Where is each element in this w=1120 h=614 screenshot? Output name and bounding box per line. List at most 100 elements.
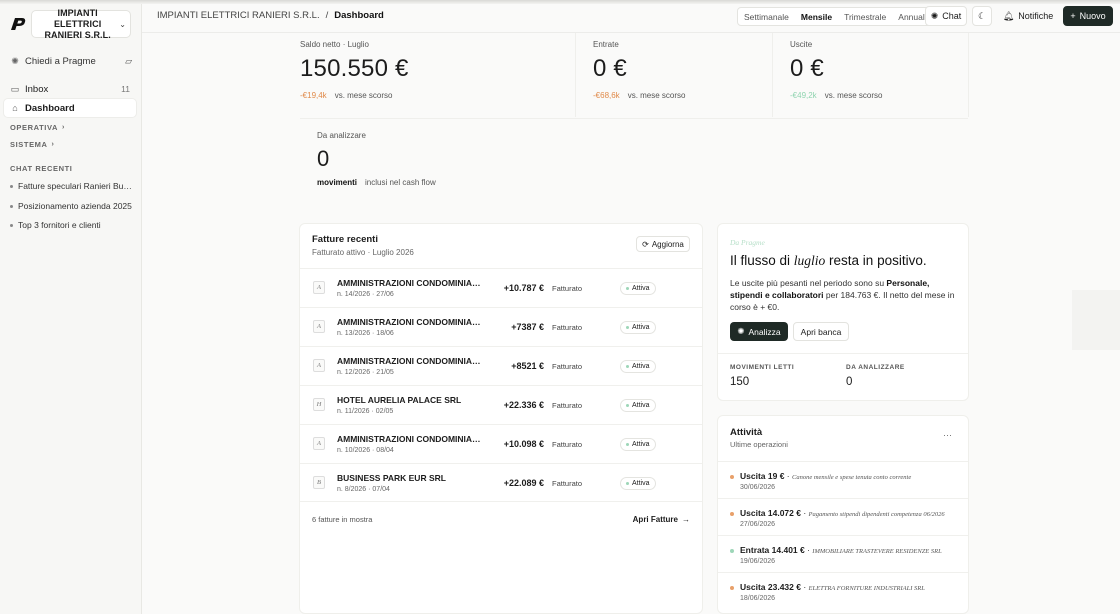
status-badge: Attiva [620, 360, 656, 373]
chat-bubble-icon[interactable]: ▱ [125, 56, 132, 67]
table-row[interactable]: A AMMINISTRAZIONI CONDOMINIALI SRL n. 12… [300, 346, 702, 385]
breadcrumb-current: Dashboard [334, 10, 384, 21]
kpi-label: Entrate [593, 40, 619, 49]
kpi-da-analizzare: Da analizzare 0 movimenti inclusi nel cas… [317, 131, 436, 187]
invoice-status: Fatturato [552, 401, 583, 410]
breadcrumb: IMPIANTI ELETTRICI RANIERI S.R.L. / Dash… [157, 10, 384, 21]
kpi-label: Da analizzare [317, 131, 366, 140]
sidebar-item-inbox[interactable]: ▭ Inbox 11 [4, 80, 136, 98]
inbox-icon: ▭ [10, 83, 20, 94]
moon-icon: ☾ [977, 10, 987, 21]
chat-item[interactable]: Top 3 fornitori e clienti [10, 220, 134, 230]
list-item[interactable]: Uscita 14.072 € · Pagamento stipendi dip… [718, 498, 968, 535]
delta-text: vs. mese scorso [627, 91, 686, 100]
kpi-delta: -€49,2k vs. mese scorso [790, 91, 882, 100]
breadcrumb-separator: / [325, 10, 329, 21]
sparkle-icon: ✺ [737, 326, 745, 336]
refresh-label: Aggiorna [651, 239, 684, 249]
invoice-meta: n. 13/2026 · 18/06 [337, 330, 394, 337]
activity-kind: Uscita 14.072 € [740, 508, 801, 518]
open-invoices-link[interactable]: Apri Fatture → [633, 515, 690, 524]
status-badge: Attiva [620, 477, 656, 490]
open-bank-button[interactable]: Apri banca [793, 322, 849, 341]
sidebar-item-dashboard[interactable]: ⌂ Dashboard [4, 99, 136, 117]
chevron-right-icon: › [51, 141, 55, 148]
activity-date: 30/06/2026 [740, 484, 776, 491]
open-invoices-label: Apri Fatture [632, 515, 678, 524]
kpi-label: Uscite [790, 40, 813, 49]
table-row[interactable]: B BUSINESS PARK EUR SRL n. 8/2026 · 07/0… [300, 463, 702, 502]
kpi-label: Saldo netto · Luglio [300, 40, 369, 49]
sparkle-icon: ✺ [930, 10, 939, 21]
invoice-amount: +22.089 € [503, 478, 544, 488]
avatar: A [313, 320, 325, 333]
avatar: A [313, 437, 325, 450]
kpi-uscite: Uscite 0 € -€49,2k vs. mese scorso [790, 40, 882, 100]
chat-button-label: Chat [942, 11, 962, 21]
activity-kind: Entrata 14.401 € [740, 545, 805, 555]
invoice-name: AMMINISTRAZIONI CONDOMINIALI SRL [337, 356, 483, 366]
table-row[interactable]: A AMMINISTRAZIONI CONDOMINIALI SRL n. 14… [300, 268, 702, 307]
list-item[interactable]: Uscita 23.432 € · ELETTRA FORNITURE INDU… [718, 572, 968, 609]
delta-value: -€49,2k [790, 91, 817, 100]
table-row[interactable]: A AMMINISTRAZIONI CONDOMINIALI SRL n. 13… [300, 307, 702, 346]
ask-pragme[interactable]: ✺ Chiedi a Pragme ▱ [10, 56, 132, 67]
period-weekly[interactable]: Settimanale [738, 12, 795, 22]
refresh-button[interactable]: ⟳ Aggiorna [636, 236, 690, 252]
invoice-amount: +10.787 € [503, 283, 544, 293]
notifications-button[interactable]: 🔔︎ Notifiche [997, 6, 1059, 26]
invoice-status: Fatturato [552, 440, 583, 449]
sidebar-item-label: Dashboard [25, 102, 75, 114]
invoice-meta: n. 10/2026 · 08/04 [337, 447, 394, 454]
invoice-meta: n. 14/2026 · 27/06 [337, 291, 394, 298]
delta-text: vs. mese scorso [824, 91, 883, 100]
period-quarterly[interactable]: Trimestrale [838, 12, 892, 22]
new-button[interactable]: + Nuovo [1063, 6, 1113, 26]
activity-kind: Uscita 19 € [740, 471, 785, 481]
inbox-count: 11 [121, 84, 130, 94]
chat-item[interactable]: Fatture speculari Ranieri Business [10, 181, 134, 191]
bullet-icon [10, 223, 13, 227]
activity-line: Uscita 19 € · Canone mensile e spese ten… [740, 471, 912, 481]
kpi-delta: -€68,6k vs. mese scorso [593, 91, 685, 100]
status-dot-icon [730, 475, 734, 479]
section-sistema[interactable]: SISTEMA › [10, 140, 54, 149]
chat-button[interactable]: ✺ Chat [925, 6, 967, 26]
chat-item[interactable]: Posizionamento azienda 2025 [10, 201, 134, 211]
invoice-meta: n. 11/2026 · 02/05 [337, 408, 394, 415]
theme-toggle-button[interactable]: ☾ [972, 6, 992, 26]
list-item[interactable]: Entrata 14.401 € · IMMOBILIARE TRASTEVER… [718, 535, 968, 572]
avatar: A [313, 281, 325, 294]
period-monthly[interactable]: Mensile [795, 12, 838, 22]
invoice-meta: n. 8/2026 · 07/04 [337, 486, 390, 493]
more-icon[interactable]: ··· [943, 430, 952, 440]
period-selector: Settimanale Mensile Trimestrale Annuale [737, 7, 937, 26]
stat-da-analizzare: DA ANALIZZARE 0 [846, 364, 905, 388]
org-switcher[interactable]: IMPIANTI ELETTRICI RANIERI S.R.L. ⌄ [10, 7, 131, 40]
invoice-meta: n. 12/2026 · 21/05 [337, 369, 394, 376]
section-operativa[interactable]: OPERATIVA › [10, 123, 65, 132]
activity-date: 19/06/2026 [740, 558, 776, 565]
list-item[interactable]: Uscita 19 € · Canone mensile e spese ten… [718, 461, 968, 498]
table-row[interactable]: H HOTEL AURELIA PALACE SRL n. 11/2026 · … [300, 385, 702, 424]
invoices-title: Fatture recenti [312, 234, 378, 245]
stat-label: DA ANALIZZARE [846, 364, 905, 371]
status-badge: Attiva [620, 399, 656, 412]
invoice-name: AMMINISTRAZIONI CONDOMINIALI SRL [337, 317, 483, 327]
analyze-button[interactable]: ✺ Analizza [730, 322, 788, 341]
kpi-entrate: Entrate 0 € -€68,6k vs. mese scorso [593, 40, 685, 100]
table-row[interactable]: A AMMINISTRAZIONI CONDOMINIALI SRL n. 10… [300, 424, 702, 463]
chat-label: Top 3 fornitori e clienti [18, 220, 101, 230]
sidebar-item-label: Inbox [25, 83, 49, 95]
org-name: IMPIANTI ELETTRICI RANIERI S.R.L. [44, 7, 111, 40]
delta-value: -€68,6k [593, 91, 620, 100]
section-label: OPERATIVA [10, 123, 59, 132]
activity-subtitle: Ultime operazioni [730, 440, 788, 449]
activity-desc: ELETTRA FORNITURE INDUSTRIALI SRL [808, 585, 925, 592]
org-box[interactable]: IMPIANTI ELETTRICI RANIERI S.R.L. ⌄ [31, 7, 131, 40]
avatar: B [313, 476, 325, 489]
breadcrumb-company[interactable]: IMPIANTI ELETTRICI RANIERI S.R.L. [157, 10, 320, 21]
badge-label: Attiva [632, 363, 650, 370]
section-label: CHAT RECENTI [10, 164, 73, 173]
insight-headline: Il flusso di luglio resta in positivo. [730, 253, 927, 269]
